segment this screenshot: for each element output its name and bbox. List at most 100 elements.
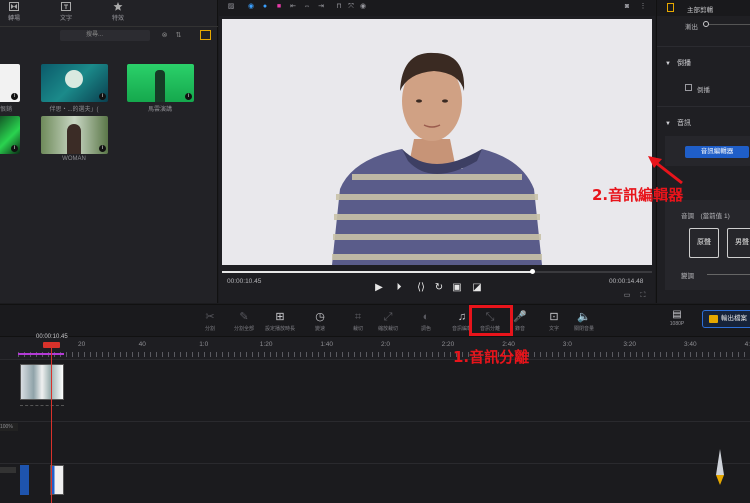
track-divider	[0, 421, 750, 422]
work-range-bar[interactable]	[18, 353, 64, 355]
time-ruler-ticks[interactable]	[18, 352, 750, 357]
step-button[interactable]: ⟨⟩	[415, 282, 427, 294]
media-thumbnail-3[interactable]: i	[127, 64, 194, 102]
ruler-label: 4:0	[744, 341, 750, 348]
playhead-handle[interactable]	[43, 342, 60, 348]
tool-duration-button[interactable]: ⊞ 設定播放時長	[262, 310, 298, 332]
timeline-panel: 100% 00:00:10.45 20 40 1:0 1:20 1:40 2:0 2:20 2…	[0, 334, 750, 503]
divider	[657, 106, 750, 107]
tool-label: 設定播放時長	[264, 326, 295, 332]
tool-label: 變速	[314, 326, 325, 332]
woman-figure	[67, 124, 81, 154]
next-frame-button[interactable]: ⏵	[393, 282, 405, 294]
info-icon[interactable]: i	[185, 93, 192, 100]
fullscreen-icon[interactable]: ⛶	[639, 292, 647, 300]
snapshot-button[interactable]: ▣	[451, 282, 463, 294]
thumbnail-caption-2: 伴思・...的選夫」(	[49, 107, 99, 113]
volume-meter	[716, 449, 724, 485]
transform-icon[interactable]: ⤧	[347, 3, 355, 11]
male-voice-button[interactable]: 男聲	[727, 228, 750, 258]
preview-toolbar: ▨ ◉ ● ■ ⇤ ⇔ ⇥ ⊓ ⤧ ◉ ◙ ⋮	[219, 0, 655, 16]
audio-editor-button[interactable]: 音訊編輯器	[685, 146, 749, 158]
playhead-line[interactable]	[51, 345, 52, 503]
info-icon[interactable]: i	[99, 145, 106, 152]
clear-icon[interactable]: ⊗	[160, 31, 169, 40]
pitch-label: 音調 (當前值 1)	[681, 213, 730, 220]
reverse-section-header[interactable]: ▼ 倒播	[665, 58, 691, 68]
media-thumbnail-5[interactable]: i	[41, 116, 108, 154]
tool-mute-button[interactable]: 🔈 關閉音量	[566, 310, 602, 332]
grid-icon[interactable]: ▨	[227, 3, 235, 11]
resolution-selector[interactable]: ▤ 1080P	[668, 309, 686, 327]
blue-dot-icon[interactable]: ●	[261, 3, 269, 11]
ruler-label: 3:40	[684, 341, 697, 348]
speaker-video-frame	[332, 52, 542, 265]
clip-settings-label: 主部剪輯	[687, 7, 713, 14]
ruler-label: 40	[138, 341, 146, 348]
preview-panel: ▨ ◉ ● ■ ⇤ ⇔ ⇥ ⊓ ⤧ ◉ ◙ ⋮ 00:00:10.45 00:0…	[219, 0, 655, 303]
more-icon[interactable]: ⋮	[639, 3, 647, 11]
magenta-square-icon[interactable]: ■	[275, 3, 283, 11]
track-divider	[0, 359, 750, 360]
color-dot-icon[interactable]: ◉	[247, 3, 255, 11]
tab-transition[interactable]: 轉場	[0, 2, 34, 22]
align-center-icon[interactable]: ⇔	[303, 3, 311, 11]
media-thumbnail-1[interactable]: i	[0, 64, 20, 102]
tab-effects[interactable]: 特效	[98, 2, 138, 22]
video-clip[interactable]	[20, 364, 64, 400]
sort-icon[interactable]: ⇅	[174, 31, 183, 40]
audio-clip[interactable]	[50, 465, 64, 495]
logo-emblem	[65, 70, 83, 88]
progress-knob[interactable]	[529, 269, 535, 274]
split-all-icon: ✎	[239, 311, 249, 323]
tool-zoom-crop-button[interactable]: ⤢ 縮放裁切	[370, 310, 406, 332]
fade-out-slider[interactable]	[709, 24, 750, 25]
zoom-crop-icon: ⤢	[383, 311, 393, 323]
loop-button[interactable]: ↻	[433, 282, 445, 294]
speed-icon: ◷	[315, 311, 325, 323]
resolution-label: 1080P	[669, 321, 685, 327]
original-voice-button[interactable]: 原聲	[689, 228, 719, 258]
tool-label: 縮放裁切	[377, 326, 398, 332]
export-button[interactable]: 輸出檔案	[702, 310, 750, 328]
play-button[interactable]: ▶	[373, 282, 385, 294]
tab-text[interactable]: 文字	[46, 2, 86, 22]
align-left-icon[interactable]: ⇤	[289, 3, 297, 11]
fit-screen-icon[interactable]: ▭	[623, 292, 631, 300]
info-icon[interactable]: i	[11, 93, 18, 100]
info-icon[interactable]: i	[11, 145, 18, 152]
export-icon	[709, 315, 718, 323]
media-thumbnail-4[interactable]: i	[0, 116, 20, 154]
ruler-label: 3:20	[623, 341, 637, 348]
camera-icon[interactable]: ◙	[623, 3, 631, 11]
volume-button[interactable]: ◪	[471, 282, 483, 294]
tab-effects-label: 特效	[111, 16, 124, 22]
media-thumbnail-2[interactable]: i	[41, 64, 108, 102]
track-zoom-label: 100%	[0, 423, 18, 431]
eye-icon[interactable]: ◉	[359, 3, 367, 11]
properties-header: 主部剪輯	[657, 0, 750, 16]
tool-color-button[interactable]: ◐ 調色	[408, 310, 444, 332]
info-icon[interactable]: i	[99, 93, 106, 100]
total-time: 00:00:14.48	[609, 278, 644, 285]
thumbnail-caption-3: 馬雲演講	[147, 107, 172, 113]
thumbnail-caption-5: WOMAN	[62, 156, 86, 162]
ruler-label: 2:0	[381, 341, 391, 348]
effects-icon	[113, 2, 123, 11]
tool-split-button[interactable]: ✂ 分割	[192, 310, 228, 332]
tool-split-all-button[interactable]: ✎ 分割全部	[226, 310, 262, 332]
audio-section-title: 音訊	[676, 120, 691, 127]
volume-slider[interactable]	[707, 274, 750, 275]
video-preview-canvas[interactable]	[222, 19, 652, 265]
library-search-input[interactable]: 搜尋...	[60, 30, 150, 41]
audio-clip-marker[interactable]	[20, 465, 29, 495]
lock-icon[interactable]: ⊓	[335, 3, 343, 11]
audio-section-header[interactable]: ▼ 音訊	[665, 118, 691, 128]
align-right-icon[interactable]: ⇥	[317, 3, 325, 11]
media-library-panel: 轉場 文字 特效 搜尋... ⊗ ⇅ i 呼恨銷 i 伴思・...的選夫」( i…	[0, 0, 218, 303]
color-icon: ◐	[422, 311, 430, 323]
tool-speed-button[interactable]: ◷ 變速	[302, 310, 338, 332]
import-folder-icon[interactable]	[200, 30, 211, 40]
reverse-checkbox[interactable]	[685, 84, 692, 91]
ruler-label: 1:20	[259, 341, 273, 348]
